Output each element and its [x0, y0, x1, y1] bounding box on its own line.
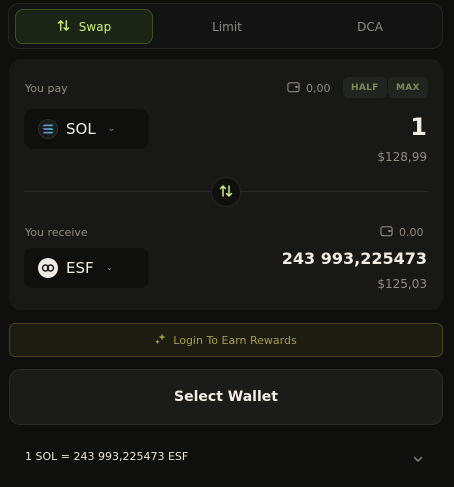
pay-balance: 0,00	[287, 81, 331, 96]
select-wallet-button[interactable]: Select Wallet	[9, 369, 443, 425]
chevron-down-icon[interactable]	[412, 450, 424, 469]
swap-card: You pay 0,00 HALF MAX SOL ⌄ 1 $128,99 Yo…	[9, 59, 443, 310]
login-rewards-label: Login To Earn Rewards	[173, 333, 297, 347]
chevron-down-icon: ⌄	[107, 124, 116, 134]
max-button-label: MAX	[396, 82, 420, 93]
sparkle-icon	[155, 333, 167, 348]
receive-label: You receive	[25, 226, 88, 239]
tab-swap-label: Swap	[78, 19, 112, 34]
swap-arrows-icon	[57, 19, 70, 35]
pay-label: You pay	[25, 82, 68, 95]
tab-dca-label: DCA	[357, 19, 383, 34]
select-wallet-label: Select Wallet	[174, 389, 278, 405]
exchange-rate: 1 SOL = 243 993,225473 ESF	[25, 450, 189, 463]
wallet-icon	[287, 81, 300, 96]
receive-token-selector[interactable]: ESF ⌄	[24, 248, 149, 288]
mode-tabs: Swap Limit DCA	[8, 3, 443, 49]
receive-balance: 0.00	[380, 225, 424, 240]
tab-dca[interactable]: DCA	[301, 9, 439, 44]
chevron-down-icon: ⌄	[105, 263, 114, 273]
wallet-icon	[380, 225, 393, 240]
tab-limit[interactable]: Limit	[157, 9, 297, 44]
half-button-label: HALF	[351, 82, 379, 93]
receive-token-symbol: ESF	[66, 259, 94, 277]
login-rewards-button[interactable]: Login To Earn Rewards	[9, 323, 443, 357]
pay-balance-value: 0,00	[306, 82, 331, 95]
max-button[interactable]: MAX	[388, 77, 428, 98]
pay-amount-input[interactable]: 1	[410, 113, 427, 141]
switch-tokens-button[interactable]	[211, 177, 241, 207]
pay-token-selector[interactable]: SOL ⌄	[24, 109, 149, 149]
pay-token-symbol: SOL	[66, 120, 96, 138]
swap-direction-icon	[219, 183, 233, 202]
sol-logo-icon	[38, 119, 58, 139]
receive-amount: 243 993,225473	[281, 249, 427, 268]
receive-usd-value: $125,03	[377, 277, 427, 291]
tab-limit-label: Limit	[212, 19, 242, 34]
tab-swap[interactable]: Swap	[15, 9, 153, 44]
half-button[interactable]: HALF	[343, 77, 387, 98]
esf-logo-icon	[38, 258, 58, 278]
pay-usd-value: $128,99	[377, 150, 427, 164]
receive-balance-value: 0.00	[399, 226, 424, 239]
